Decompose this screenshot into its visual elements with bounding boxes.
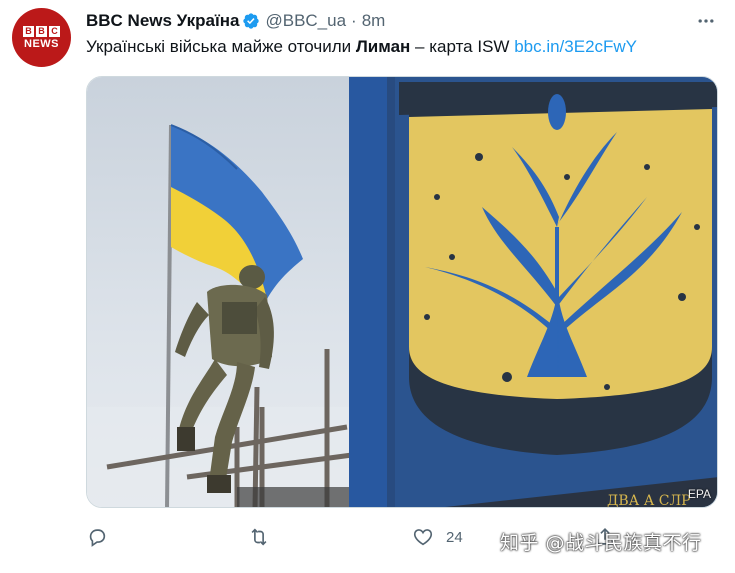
tweet-link[interactable]: bbc.in/3E2cFwY [514,37,637,56]
heart-icon [413,529,433,546]
user-handle[interactable]: @BBC_ua [265,11,346,31]
tweet-text-part: – карта ISW [410,37,515,56]
reply-icon [89,529,106,547]
like-count: 24 [446,528,463,546]
bbc-logo-word: NEWS [24,37,59,50]
photo-credit: EPA [687,487,711,501]
like-button[interactable]: 24 [412,520,463,554]
bbc-logo-blocks: B B C [23,25,60,37]
tweet-text: Українські війська майже оточили Лиман –… [86,37,637,57]
bbc-logo-block: C [49,25,60,37]
bbc-logo-block: B [23,25,34,37]
watermark: 知乎 @战斗民族真不行 [500,532,702,554]
display-name[interactable]: BBC News Україна [86,11,239,31]
photo-illustration: ДВА А СЛР [87,77,717,508]
tweet-photo[interactable]: ДВА А СЛР EPA [86,76,718,508]
verified-badge-icon [243,13,260,29]
more-options-button[interactable] [695,10,717,32]
retweet-icon [251,528,267,546]
more-icon [698,19,714,23]
tweet-text-part: Українські війська майже оточили [86,37,356,56]
tweet-text-bold: Лиман [355,37,411,56]
tweet-timestamp[interactable]: 8m [362,11,386,31]
retweet-button[interactable] [248,520,270,554]
separator-dot: · [351,11,357,30]
reply-button[interactable] [86,520,108,554]
sign-inscription: ДВА А СЛР [607,493,691,508]
coat-of-arms [399,82,717,455]
bbc-logo-block: B [36,25,47,37]
tweet-header: BBC News Україна @BBC_ua · 8m [86,10,385,32]
avatar[interactable]: B B C NEWS [12,8,71,67]
